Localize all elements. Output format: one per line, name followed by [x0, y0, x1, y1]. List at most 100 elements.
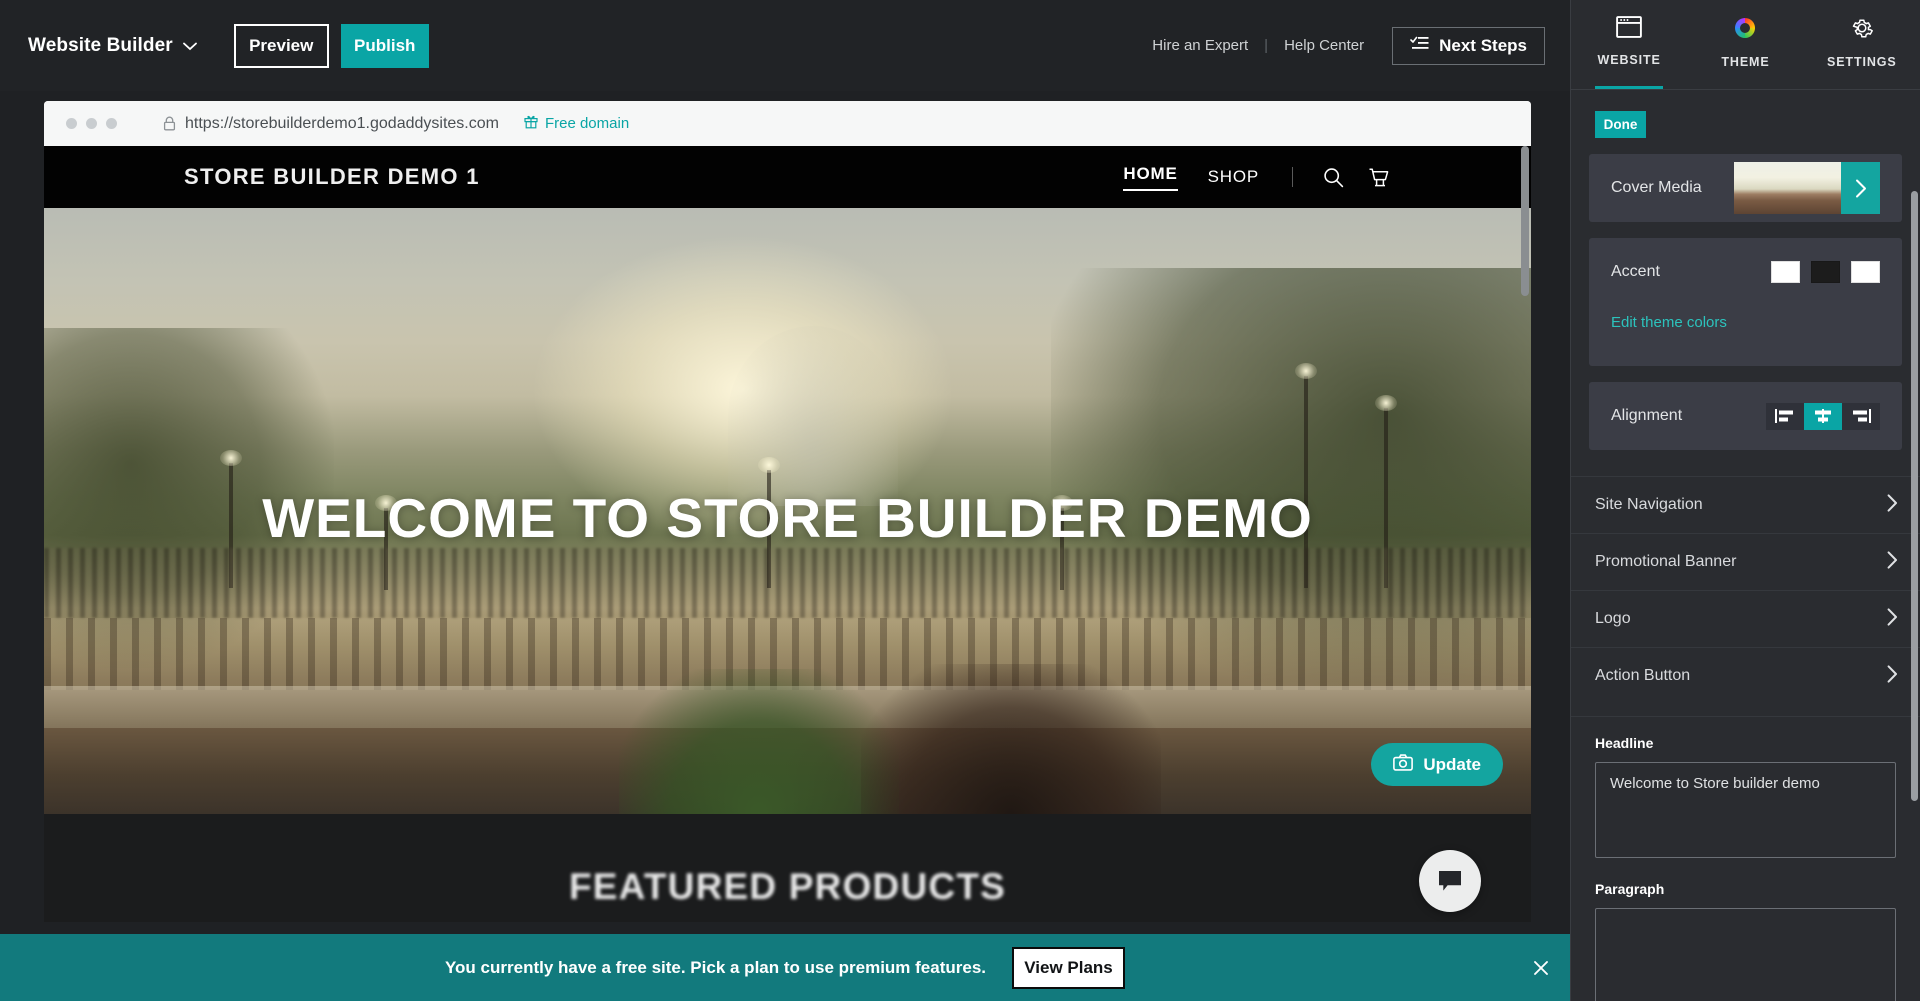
browser-window-icon: [1616, 16, 1643, 43]
chevron-right-icon: [1887, 550, 1898, 574]
hero-couple: [861, 664, 1161, 814]
chevron-right-icon: [1887, 607, 1898, 631]
edit-theme-colors-row: Edit theme colors: [1611, 298, 1880, 366]
editor-side-panel: WEBSITE THEME SETTINGS Done Cover Media …: [1570, 0, 1920, 1001]
free-domain-link[interactable]: Free domain: [524, 114, 629, 134]
headline-input[interactable]: [1595, 762, 1896, 858]
tab-theme[interactable]: THEME: [1687, 0, 1803, 89]
site-logo[interactable]: STORE BUILDER DEMO 1: [184, 164, 480, 190]
section-logo[interactable]: Logo: [1571, 590, 1920, 647]
checklist-icon: [1410, 35, 1429, 56]
cart-icon[interactable]: [1356, 167, 1402, 188]
hire-an-expert-link[interactable]: Hire an Expert: [1152, 37, 1248, 54]
hero-headline[interactable]: WELCOME TO STORE BUILDER DEMO: [44, 486, 1531, 550]
chevron-right-icon[interactable]: [1841, 162, 1880, 214]
panel-content: Done Cover Media Accent Edit theme color…: [1571, 91, 1920, 1001]
nav-item-home[interactable]: HOME: [1108, 164, 1192, 191]
publish-button[interactable]: Publish: [340, 23, 429, 68]
paragraph-field-block: Paragraph: [1571, 863, 1920, 1001]
free-site-promo-banner: You currently have a free site. Pick a p…: [0, 934, 1570, 1001]
alignment-card: Alignment: [1589, 382, 1902, 450]
section-promotional-banner[interactable]: Promotional Banner: [1571, 533, 1920, 590]
alignment-label: Alignment: [1611, 407, 1683, 424]
panel-scrollbar-thumb[interactable]: [1911, 191, 1918, 801]
section-site-navigation-label: Site Navigation: [1595, 496, 1703, 513]
next-steps-label: Next Steps: [1439, 35, 1527, 55]
nav-item-home-label: HOME: [1123, 163, 1178, 183]
color-wheel-icon: [1733, 16, 1757, 45]
camera-icon: [1393, 753, 1414, 776]
site-header: STORE BUILDER DEMO 1 HOME SHOP: [44, 146, 1531, 208]
cover-media-card: Cover Media: [1589, 154, 1902, 222]
site-preview-frame: https://storebuilderdemo1.godaddysites.c…: [44, 101, 1531, 922]
edit-theme-colors-link[interactable]: Edit theme colors: [1611, 314, 1727, 331]
hero-plant: [619, 669, 899, 814]
section-site-navigation[interactable]: Site Navigation: [1571, 476, 1920, 533]
headline-label: Headline: [1595, 735, 1654, 751]
toolbar-separator: |: [1264, 37, 1269, 54]
browser-address-bar: https://storebuilderdemo1.godaddysites.c…: [44, 101, 1531, 146]
site-nav: HOME SHOP: [1108, 164, 1402, 191]
update-cover-media-button[interactable]: Update: [1371, 743, 1503, 786]
window-maximize-dot: [106, 118, 117, 129]
done-button[interactable]: Done: [1595, 111, 1646, 138]
accent-card: Accent Edit theme colors: [1589, 238, 1902, 366]
align-right-icon[interactable]: [1842, 402, 1880, 430]
close-icon[interactable]: [1530, 957, 1552, 979]
section-action-button-label: Action Button: [1595, 667, 1691, 684]
accent-swatches: [1771, 261, 1880, 283]
tab-theme-label: THEME: [1721, 55, 1770, 69]
cover-media-label: Cover Media: [1611, 179, 1702, 196]
lock-icon: [163, 116, 176, 131]
panel-section-list: Site Navigation Promotional Banner Logo: [1571, 476, 1920, 704]
section-logo-label: Logo: [1595, 610, 1631, 627]
section-action-button[interactable]: Action Button: [1571, 647, 1920, 704]
tab-settings[interactable]: SETTINGS: [1804, 0, 1920, 89]
preview-button[interactable]: Preview: [233, 23, 329, 68]
align-left-icon[interactable]: [1766, 402, 1804, 430]
help-center-link[interactable]: Help Center: [1284, 37, 1364, 54]
preview-scrollbar-thumb[interactable]: [1521, 146, 1529, 296]
preview-scrollbar[interactable]: [1521, 146, 1529, 922]
accent-label: Accent: [1611, 263, 1660, 280]
url-display[interactable]: https://storebuilderdemo1.godaddysites.c…: [163, 115, 499, 133]
chevron-down-icon: [182, 42, 197, 51]
panel-tab-bar: WEBSITE THEME SETTINGS: [1571, 0, 1920, 90]
hero-dome-silhouette: [728, 326, 899, 506]
nav-item-shop[interactable]: SHOP: [1193, 167, 1274, 187]
nav-active-underline: [1123, 188, 1178, 191]
featured-products-title: FEATURED PRODUCTS: [569, 866, 1006, 907]
next-steps-button[interactable]: Next Steps: [1392, 26, 1545, 65]
accent-swatch-3[interactable]: [1851, 261, 1880, 283]
chat-bubble-icon[interactable]: [1419, 850, 1481, 912]
accent-row: Accent: [1611, 238, 1880, 306]
search-icon[interactable]: [1311, 167, 1356, 188]
brand-menu[interactable]: Website Builder: [28, 35, 197, 57]
alignment-button-group: [1766, 402, 1880, 430]
cover-media-thumbnail[interactable]: [1734, 162, 1880, 214]
tab-website[interactable]: WEBSITE: [1571, 0, 1687, 89]
featured-products-section[interactable]: FEATURED PRODUCTS: [44, 814, 1531, 922]
paragraph-label: Paragraph: [1595, 881, 1665, 897]
panel-scrollbar[interactable]: [1911, 191, 1918, 891]
window-controls: [66, 118, 117, 129]
headline-field-block: Headline: [1571, 716, 1920, 863]
url-text: https://storebuilderdemo1.godaddysites.c…: [185, 114, 499, 132]
website-builder-app: Website Builder Preview Publish Hire an …: [0, 0, 1920, 1001]
window-close-dot: [66, 118, 77, 129]
align-center-icon[interactable]: [1804, 402, 1842, 430]
top-toolbar: Website Builder Preview Publish Hire an …: [0, 0, 1570, 91]
accent-swatch-2[interactable]: [1811, 261, 1840, 283]
nav-item-shop-label: SHOP: [1207, 167, 1259, 186]
view-plans-button[interactable]: View Plans: [1012, 946, 1126, 989]
tab-website-label: WEBSITE: [1597, 53, 1661, 67]
section-promotional-banner-label: Promotional Banner: [1595, 553, 1737, 570]
free-domain-label: Free domain: [544, 115, 630, 132]
window-minimize-dot: [86, 118, 97, 129]
accent-swatch-1[interactable]: [1771, 261, 1800, 283]
hero-section[interactable]: WELCOME TO STORE BUILDER DEMO Update: [44, 208, 1531, 814]
paragraph-input[interactable]: [1595, 908, 1896, 1001]
chevron-right-icon: [1887, 664, 1898, 688]
update-button-label: Update: [1423, 754, 1481, 774]
hero-crowd: [44, 548, 1531, 618]
